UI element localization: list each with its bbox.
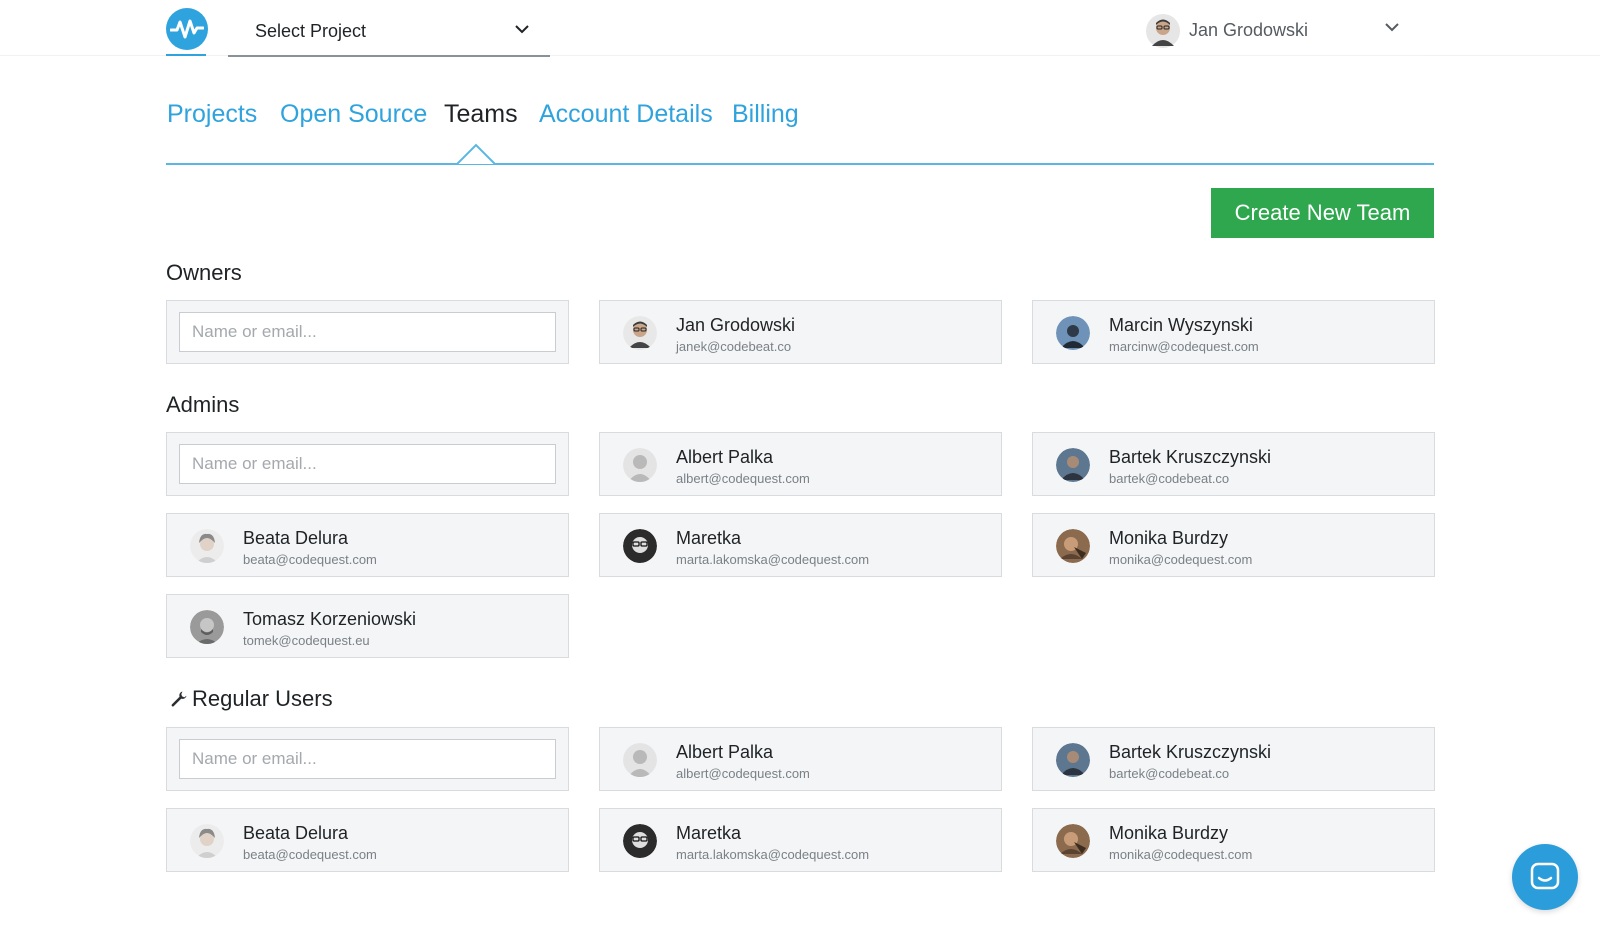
member-card[interactable]: Beata Delura beata@codequest.com (166, 808, 569, 872)
user-menu[interactable]: Jan Grodowski (1140, 6, 1422, 56)
tab-projects[interactable]: Projects (167, 100, 257, 129)
member-avatar (190, 529, 224, 563)
tab-teams[interactable]: Teams (444, 100, 518, 129)
member-card[interactable]: Monika Burdzy monika@codequest.com (1032, 808, 1435, 872)
chat-launcher-button[interactable] (1512, 844, 1578, 910)
member-card[interactable]: Jan Grodowski janek@codebeat.co (599, 300, 1002, 364)
user-name: Jan Grodowski (1189, 20, 1309, 40)
member-name: Maretka (676, 528, 742, 548)
member-card[interactable]: Albert Palka albert@codequest.com (599, 432, 1002, 496)
member-name: Marcin Wyszynski (1109, 315, 1253, 335)
member-name: Jan Grodowski (676, 315, 796, 335)
member-email: marta.lakomska@codequest.com (676, 552, 870, 567)
member-email: beata@codequest.com (243, 552, 377, 567)
member-card[interactable]: Beata Delura beata@codequest.com (166, 513, 569, 577)
top-bar: Select Project Jan Grodowski (0, 0, 1600, 57)
logo-underline (166, 54, 206, 56)
chat-bubble-icon (1530, 862, 1560, 890)
project-select-label: Select Project (255, 21, 367, 41)
member-name: Albert Palka (676, 447, 774, 467)
member-name: Monika Burdzy (1109, 528, 1229, 548)
regular-users-add-member-card (166, 727, 569, 791)
member-email: bartek@codebeat.co (1109, 471, 1230, 486)
regular-users-search-input[interactable] (179, 739, 556, 779)
user-avatar (1146, 13, 1180, 48)
admins-add-member-card (166, 432, 569, 496)
member-email: monika@codequest.com (1109, 552, 1253, 567)
member-email: bartek@codebeat.co (1109, 766, 1230, 781)
member-avatar (1056, 316, 1090, 350)
tab-billing[interactable]: Billing (732, 100, 799, 129)
member-card[interactable]: Monika Burdzy monika@codequest.com (1032, 513, 1435, 577)
member-name: Bartek Kruszczynski (1109, 742, 1272, 762)
member-avatar (1056, 529, 1090, 563)
member-card[interactable]: Marcin Wyszynski marcinw@codequest.com (1032, 300, 1435, 364)
member-name: Beata Delura (243, 823, 349, 843)
member-card[interactable]: Albert Palka albert@codequest.com (599, 727, 1002, 791)
member-email: beata@codequest.com (243, 847, 377, 862)
member-name: Monika Burdzy (1109, 823, 1229, 843)
chevron-down-icon (1385, 23, 1399, 32)
member-avatar (1056, 743, 1090, 777)
member-avatar (1056, 448, 1090, 482)
active-tab-caret (457, 143, 495, 165)
member-card[interactable]: Maretka marta.lakomska@codequest.com (599, 513, 1002, 577)
member-avatar (623, 448, 657, 482)
chevron-down-icon (515, 25, 529, 34)
member-avatar (623, 316, 657, 350)
member-email: albert@codequest.com (676, 471, 810, 486)
member-avatar (623, 824, 657, 858)
tabs-underline (166, 163, 1434, 165)
member-name: Albert Palka (676, 742, 774, 762)
section-title-regular-users: Regular Users (166, 686, 333, 712)
member-avatar (1056, 824, 1090, 858)
project-select-dropdown[interactable]: Select Project (228, 8, 550, 57)
create-new-team-button[interactable]: Create New Team (1211, 188, 1434, 238)
main-tabs: Projects Open Source Teams Account Detai… (166, 96, 1434, 166)
pulse-logo-icon[interactable] (166, 8, 208, 50)
tab-open-source[interactable]: Open Source (280, 100, 427, 129)
member-name: Bartek Kruszczynski (1109, 447, 1272, 467)
member-card[interactable]: Maretka marta.lakomska@codequest.com (599, 808, 1002, 872)
member-card[interactable]: Bartek Kruszczynski bartek@codebeat.co (1032, 432, 1435, 496)
owners-search-input[interactable] (179, 312, 556, 352)
member-email: albert@codequest.com (676, 766, 810, 781)
owners-add-member-card (166, 300, 569, 364)
wrench-icon (171, 691, 187, 707)
member-name: Beata Delura (243, 528, 349, 548)
member-card[interactable]: Tomasz Korzeniowski tomek@codequest.eu (166, 594, 569, 658)
member-avatar (190, 610, 224, 644)
section-title-owners: Owners (166, 260, 242, 285)
member-name: Tomasz Korzeniowski (243, 609, 417, 629)
admins-search-input[interactable] (179, 444, 556, 484)
member-email: marta.lakomska@codequest.com (676, 847, 870, 862)
member-avatar (623, 529, 657, 563)
member-email: janek@codebeat.co (676, 339, 792, 354)
section-title-regular-users-label: Regular Users (192, 686, 333, 711)
member-avatar (623, 743, 657, 777)
tab-account-details[interactable]: Account Details (539, 100, 713, 129)
member-card[interactable]: Bartek Kruszczynski bartek@codebeat.co (1032, 727, 1435, 791)
member-email: monika@codequest.com (1109, 847, 1253, 862)
member-email: tomek@codequest.eu (243, 633, 370, 648)
member-email: marcinw@codequest.com (1109, 339, 1259, 354)
section-title-admins: Admins (166, 392, 240, 417)
member-name: Maretka (676, 823, 742, 843)
member-avatar (190, 824, 224, 858)
